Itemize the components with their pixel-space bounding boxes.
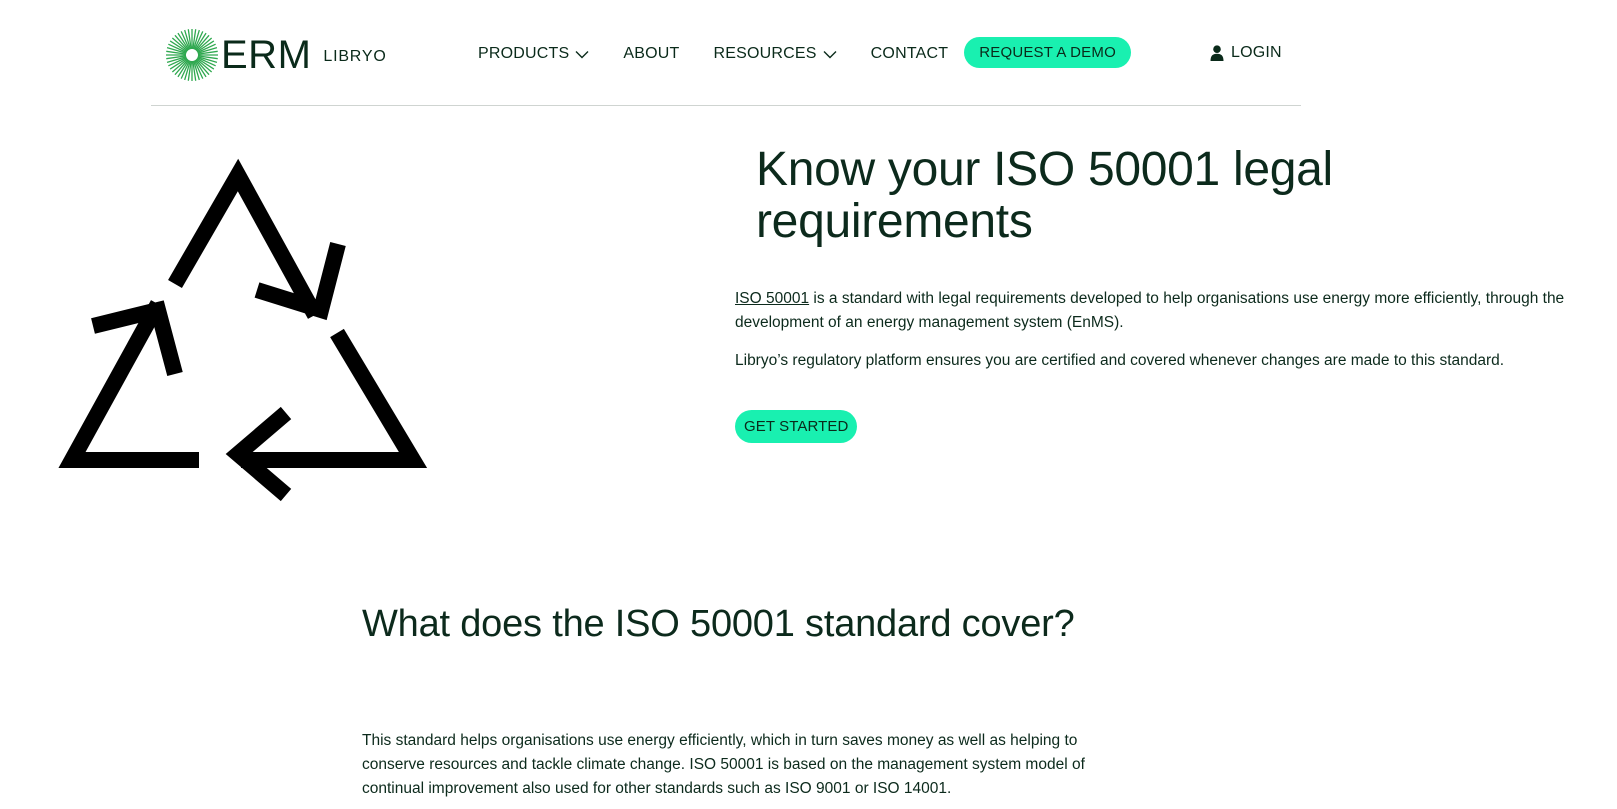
logo-text: ERM [221, 33, 312, 77]
nav-products-label: PRODUCTS [478, 45, 570, 62]
header-divider [151, 105, 1301, 106]
nav-contact[interactable]: CONTACT [871, 45, 949, 63]
section-title: What does the ISO 50001 standard cover? [362, 603, 1075, 645]
recycle-arrows-icon [58, 158, 428, 502]
iso-50001-link[interactable]: ISO 50001 [735, 290, 809, 307]
site-header: ERM LIBRYO PRODUCTS ABOUT RESOURCES CONT… [0, 0, 1617, 106]
hero-paragraph-2: Libryo’s regulatory platform ensures you… [735, 352, 1505, 369]
request-demo-button[interactable]: REQUEST A DEMO [964, 36, 1131, 68]
chevron-down-icon [823, 50, 837, 58]
hero-description: ISO 50001 is a standard with legal requi… [735, 287, 1610, 373]
logo-subtext: LIBRYO [323, 48, 387, 65]
nav-about[interactable]: ABOUT [623, 45, 679, 63]
main-nav: PRODUCTS ABOUT RESOURCES CONTACT REQUEST… [478, 34, 1131, 74]
login-link[interactable]: LOGIN [1210, 44, 1282, 62]
chevron-down-icon [575, 50, 589, 58]
user-icon [1210, 45, 1224, 61]
get-started-button[interactable]: GET STARTED [735, 410, 858, 443]
nav-about-label: ABOUT [623, 45, 680, 62]
nav-resources-label: RESOURCES [713, 45, 817, 62]
erm-sunburst-icon [166, 29, 218, 81]
hero-paragraph-1: ISO 50001 is a standard with legal requi… [735, 287, 1610, 335]
login-label: LOGIN [1231, 44, 1282, 61]
nav-resources[interactable]: RESOURCES [714, 45, 837, 63]
section-body: This standard helps organisations use en… [362, 732, 1085, 797]
hero-title: Know your ISO 50001 legal requirements [756, 143, 1333, 248]
hero-paragraph-1-text: is a standard with legal requirements de… [735, 290, 1565, 331]
logo[interactable]: ERM LIBRYO [165, 28, 387, 82]
nav-products[interactable]: PRODUCTS [478, 45, 589, 63]
nav-contact-label: CONTACT [870, 45, 949, 62]
